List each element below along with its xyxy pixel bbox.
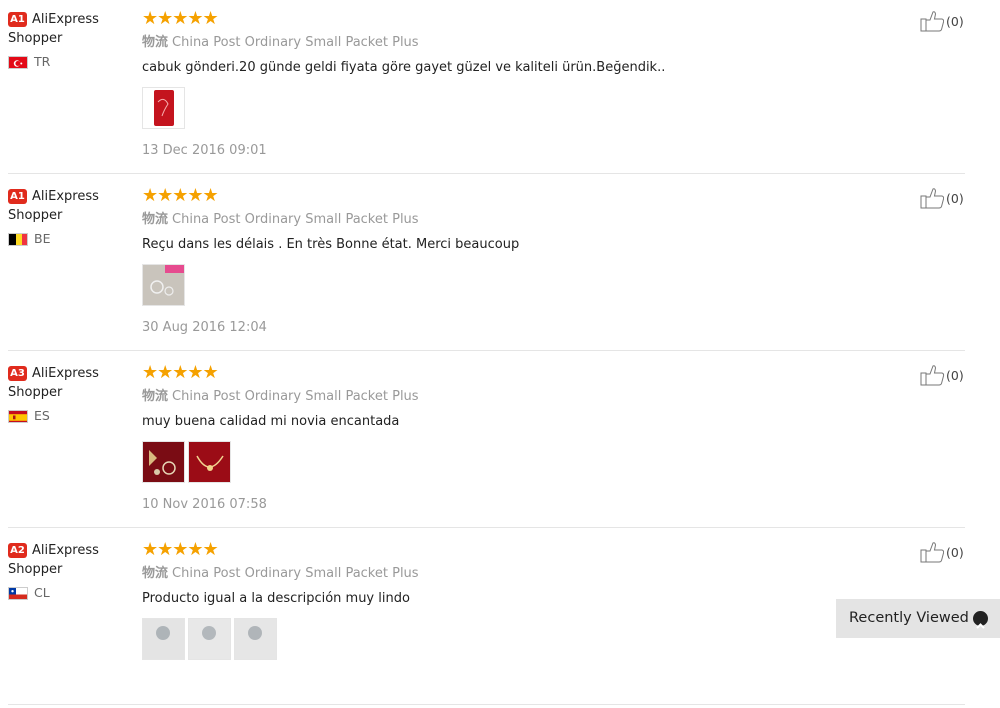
review-photo-thumbnail[interactable] bbox=[142, 87, 185, 129]
review-content: ★★★★★ 物流 China Post Ordinary Small Packet… bbox=[142, 10, 902, 159]
helpful-count: (0) bbox=[946, 544, 964, 560]
review-photos bbox=[142, 264, 902, 307]
helpful-count: (0) bbox=[946, 13, 964, 29]
chevron-up-icon[interactable] bbox=[973, 611, 988, 629]
review-text: muy buena calidad mi novia encantada bbox=[142, 414, 400, 429]
review-divider bbox=[8, 527, 965, 528]
star-rating: ★★★★★ bbox=[142, 539, 219, 560]
logistics-info: 物流 China Post Ordinary Small Packet Plus bbox=[142, 212, 902, 228]
helpful-button[interactable]: (0) bbox=[920, 10, 964, 32]
logistics-method: China Post Ordinary Small Packet Plus bbox=[172, 35, 419, 50]
logistics-info: 物流 China Post Ordinary Small Packet Plus bbox=[142, 35, 902, 51]
thumbs-up-icon[interactable] bbox=[920, 10, 945, 32]
review-photo-thumbnail[interactable] bbox=[142, 264, 185, 306]
helpful-button[interactable]: (0) bbox=[920, 187, 964, 209]
logistics-label: 物流 bbox=[142, 35, 169, 50]
buyer-level-badge: A2 bbox=[8, 543, 27, 558]
thumbs-up-icon[interactable] bbox=[920, 541, 945, 563]
thumbs-up-icon[interactable] bbox=[920, 364, 945, 386]
reviewer-name: AliExpress bbox=[32, 543, 99, 558]
helpful-count: (0) bbox=[946, 367, 964, 383]
review-item: A1 AliExpress Shopper TR ★★★★★ 物流 China Po… bbox=[0, 0, 1000, 177]
reviewer-name-line2: Shopper bbox=[8, 208, 63, 223]
recently-viewed-button[interactable]: Recently Viewed bbox=[836, 599, 1000, 638]
review-text: cabuk gönderi.20 günde geldi fiyata göre… bbox=[142, 60, 666, 75]
recently-viewed-label: Recently Viewed bbox=[849, 610, 969, 626]
review-photos bbox=[142, 87, 902, 130]
logistics-method: China Post Ordinary Small Packet Plus bbox=[172, 566, 419, 581]
review-divider bbox=[8, 173, 965, 174]
reviewer-info: A1 AliExpress Shopper TR bbox=[8, 10, 128, 69]
chile-flag-icon bbox=[8, 587, 28, 600]
belgium-flag-icon bbox=[8, 233, 28, 246]
review-content: ★★★★★ 物流 China Post Ordinary Small Packet… bbox=[142, 364, 902, 513]
review-divider bbox=[8, 704, 965, 705]
reviewer-name: AliExpress bbox=[32, 366, 99, 381]
star-rating: ★★★★★ bbox=[142, 362, 219, 383]
review-date: 13 Dec 2016 09:01 bbox=[142, 143, 267, 158]
review-text: Reçu dans les délais . En très Bonne éta… bbox=[142, 237, 520, 252]
buyer-level-badge: A1 bbox=[8, 12, 27, 27]
star-rating: ★★★★★ bbox=[142, 8, 219, 29]
review-text: Producto igual a la descripción muy lind… bbox=[142, 591, 410, 606]
reviewer-country: BE bbox=[34, 231, 51, 246]
turkey-flag-icon bbox=[8, 56, 28, 69]
logistics-label: 物流 bbox=[142, 212, 169, 227]
review-photo-thumbnail[interactable] bbox=[142, 618, 185, 660]
review-photo-thumbnail[interactable] bbox=[188, 618, 231, 660]
reviewer-country: TR bbox=[34, 54, 51, 69]
logistics-method: China Post Ordinary Small Packet Plus bbox=[172, 212, 419, 227]
reviewer-name: AliExpress bbox=[32, 12, 99, 27]
review-photo-thumbnail[interactable] bbox=[234, 618, 277, 660]
spain-flag-icon bbox=[8, 410, 28, 423]
reviewer-country: CL bbox=[34, 585, 50, 600]
review-photo-thumbnail[interactable] bbox=[188, 441, 231, 483]
buyer-level-badge: A3 bbox=[8, 366, 27, 381]
reviewer-info: A2 AliExpress Shopper CL bbox=[8, 541, 128, 600]
reviewer-name-line2: Shopper bbox=[8, 562, 63, 577]
review-photos bbox=[142, 618, 902, 661]
review-divider bbox=[8, 350, 965, 351]
reviewer-name-line2: Shopper bbox=[8, 31, 63, 46]
reviewer-name: AliExpress bbox=[32, 189, 99, 204]
review-date: 30 Aug 2016 12:04 bbox=[142, 320, 267, 335]
logistics-info: 物流 China Post Ordinary Small Packet Plus bbox=[142, 566, 902, 582]
helpful-count: (0) bbox=[946, 190, 964, 206]
logistics-label: 物流 bbox=[142, 566, 169, 581]
review-content: ★★★★★ 物流 China Post Ordinary Small Packet… bbox=[142, 541, 902, 674]
review-date: 10 Nov 2016 07:58 bbox=[142, 497, 267, 512]
reviewer-country: ES bbox=[34, 408, 50, 423]
logistics-info: 物流 China Post Ordinary Small Packet Plus bbox=[142, 389, 902, 405]
review-item: A3 AliExpress Shopper ES ★★★★★ 物流 China Po… bbox=[0, 354, 1000, 531]
reviewer-info: A1 AliExpress Shopper BE bbox=[8, 187, 128, 246]
logistics-method: China Post Ordinary Small Packet Plus bbox=[172, 389, 419, 404]
thumbs-up-icon[interactable] bbox=[920, 187, 945, 209]
review-photo-thumbnail[interactable] bbox=[142, 441, 185, 483]
reviewer-name-line2: Shopper bbox=[8, 385, 63, 400]
star-rating: ★★★★★ bbox=[142, 185, 219, 206]
buyer-level-badge: A1 bbox=[8, 189, 27, 204]
reviewer-info: A3 AliExpress Shopper ES bbox=[8, 364, 128, 423]
review-photos bbox=[142, 441, 902, 484]
helpful-button[interactable]: (0) bbox=[920, 364, 964, 386]
logistics-label: 物流 bbox=[142, 389, 169, 404]
helpful-button[interactable]: (0) bbox=[920, 541, 964, 563]
review-content: ★★★★★ 物流 China Post Ordinary Small Packet… bbox=[142, 187, 902, 336]
review-item: A1 AliExpress Shopper BE ★★★★★ 物流 China Po… bbox=[0, 177, 1000, 354]
